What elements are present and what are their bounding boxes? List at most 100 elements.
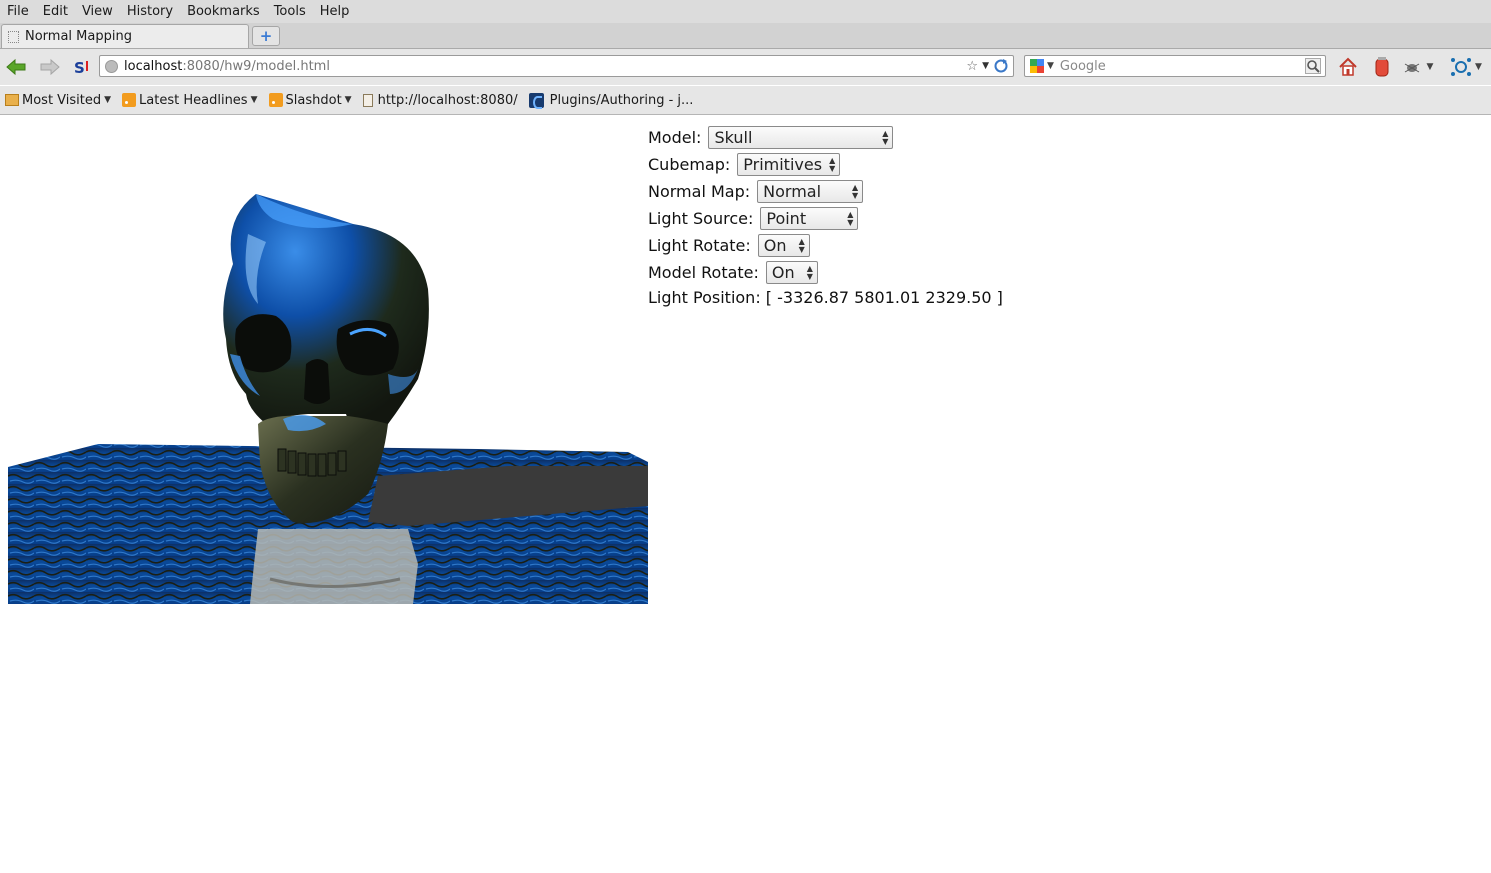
model-rotate-row: Model Rotate: On ▲ ▼ — [648, 259, 1003, 286]
bookmarks-toolbar: Most Visited ▼ Latest Headlines ▼ Slashd… — [0, 86, 1491, 115]
bookmark-label: Plugins/Authoring - j... — [549, 92, 694, 108]
site-favicon-icon — [528, 92, 544, 109]
bookmark-star-icon[interactable]: ☆ — [966, 59, 978, 74]
light-source-label: Light Source: — [648, 209, 754, 228]
history-dropdown-icon[interactable]: ▼ — [982, 61, 989, 71]
menu-tools[interactable]: Tools — [267, 4, 313, 19]
svg-text:S: S — [74, 59, 85, 76]
menu-help[interactable]: Help — [313, 4, 357, 19]
model-select[interactable]: Skull ▲ ▼ — [708, 126, 894, 149]
menu-edit[interactable]: Edit — [36, 4, 75, 19]
model-rotate-select[interactable]: On ▲ ▼ — [765, 261, 818, 284]
back-arrow-icon — [6, 58, 26, 76]
normal-map-value: Normal — [763, 182, 822, 201]
select-arrows-icon: ▲ ▼ — [847, 210, 854, 227]
new-tab-button[interactable]: + — [252, 26, 280, 46]
light-rotate-label: Light Rotate: — [648, 236, 751, 255]
bookmark-most-visited[interactable]: Most Visited ▼ — [5, 93, 111, 108]
select-arrows-icon: ▲ ▼ — [882, 129, 889, 146]
light-rotate-select[interactable]: On ▲ ▼ — [757, 234, 810, 257]
firebug-button[interactable]: ▼ — [1400, 56, 1436, 78]
bookmark-localhost[interactable]: http://localhost:8080/ — [362, 92, 518, 108]
page-icon — [8, 30, 19, 43]
bookmark-slashdot[interactable]: Slashdot ▼ — [268, 92, 352, 108]
site-identity-icon[interactable] — [105, 59, 118, 73]
folder-icon — [5, 94, 19, 106]
controls-panel: Model: Skull ▲ ▼ Cubemap: Primitives ▲ ▼ N… — [648, 124, 1003, 307]
model-rotate-value: On — [771, 263, 795, 282]
url-bar[interactable]: localhost:8080/hw9/model.html ☆ ▼ — [99, 55, 1014, 77]
firebug-dropdown-icon[interactable]: ▼ — [1427, 62, 1434, 72]
jar-icon — [1375, 57, 1389, 77]
forward-arrow-icon — [40, 58, 60, 76]
tab-strip: Normal Mapping + — [0, 23, 1491, 49]
rss-icon — [122, 93, 137, 107]
navigation-toolbar: S localhost:8080/hw9/model.html ☆ ▼ ▼ Go… — [0, 49, 1491, 85]
page-icon — [362, 93, 373, 107]
select-arrows-icon: ▲ ▼ — [829, 156, 836, 173]
tab-normal-mapping[interactable]: Normal Mapping — [1, 24, 249, 48]
nasal-cavity — [304, 359, 330, 404]
model-value: Skull — [714, 128, 753, 147]
google-icon[interactable] — [1030, 59, 1044, 73]
search-bar[interactable]: ▼ Google — [1024, 55, 1326, 77]
select-arrows-icon: ▲ ▼ — [806, 264, 813, 281]
menubar: File Edit View History Bookmarks Tools H… — [0, 0, 1491, 23]
bookmark-label: Latest Headlines — [139, 92, 248, 108]
network-dropdown-icon[interactable]: ▼ — [1475, 62, 1482, 72]
url-host: localhost — [124, 58, 183, 74]
normal-map-select[interactable]: Normal ▲ ▼ — [757, 180, 864, 203]
bug-icon — [1404, 63, 1419, 73]
forward-button[interactable] — [39, 56, 61, 78]
light-rotate-value: On — [763, 236, 787, 255]
cubemap-row: Cubemap: Primitives ▲ ▼ — [648, 151, 1003, 178]
cubemap-value: Primitives — [743, 155, 823, 174]
light-position-readout: Light Position: [ -3326.87 5801.01 2329.… — [648, 288, 1003, 307]
chevron-down-icon: ▼ — [250, 95, 258, 105]
chevron-down-icon: ▼ — [344, 95, 352, 105]
model-rotate-label: Model Rotate: — [648, 263, 759, 282]
home-icon — [1339, 57, 1357, 76]
cubemap-label: Cubemap: — [648, 155, 731, 174]
back-button[interactable] — [5, 56, 27, 78]
skull-reflection — [250, 529, 418, 604]
menu-bookmarks[interactable]: Bookmarks — [180, 4, 267, 19]
search-placeholder: Google — [1059, 58, 1106, 74]
eye-socket-left — [235, 314, 292, 373]
light-source-select[interactable]: Point ▲ ▼ — [760, 207, 859, 230]
s-logo-icon: S — [74, 59, 88, 76]
bookmark-label: Slashdot — [285, 92, 342, 108]
select-arrows-icon: ▲ ▼ — [798, 237, 805, 254]
model-label: Model: — [648, 128, 702, 147]
light-rotate-row: Light Rotate: On ▲ ▼ — [648, 232, 1003, 259]
bookmark-latest-headlines[interactable]: Latest Headlines ▼ — [122, 92, 258, 108]
menu-file[interactable]: File — [0, 4, 36, 19]
addon-jar-button[interactable] — [1370, 56, 1394, 78]
url-path: :8080/hw9/model.html — [182, 58, 330, 74]
normal-map-row: Normal Map: Normal ▲ ▼ — [648, 178, 1003, 205]
network-addon-button[interactable]: ▼ — [1446, 56, 1486, 78]
light-position-label: Light Position: — [648, 288, 761, 307]
cubemap-select[interactable]: Primitives ▲ ▼ — [737, 153, 841, 176]
home-button[interactable] — [1336, 56, 1360, 78]
light-position-value: [ -3326.87 5801.01 2329.50 ] — [765, 288, 1003, 307]
light-source-value: Point — [766, 209, 807, 228]
reload-icon[interactable] — [993, 58, 1009, 74]
menu-view[interactable]: View — [75, 4, 120, 19]
search-magnifier-icon[interactable] — [1305, 58, 1321, 74]
bookmark-label: Most Visited — [22, 92, 102, 108]
select-arrows-icon: ▲ ▼ — [851, 183, 859, 200]
engine-dropdown-icon[interactable]: ▼ — [1047, 61, 1054, 71]
bookmark-plugins-authoring[interactable]: Plugins/Authoring - j... — [528, 92, 694, 109]
bookmark-label: http://localhost:8080/ — [377, 92, 518, 108]
chevron-down-icon: ▼ — [104, 95, 112, 105]
tab-title: Normal Mapping — [25, 29, 132, 44]
network-icon — [1451, 58, 1472, 76]
rss-icon — [268, 93, 283, 107]
stumbleupon-button[interactable]: S — [71, 56, 93, 78]
webgl-canvas[interactable] — [8, 124, 648, 604]
normal-map-label: Normal Map: — [648, 182, 751, 201]
model-row: Model: Skull ▲ ▼ — [648, 124, 1003, 151]
url-tools: ☆ ▼ — [966, 58, 1009, 74]
menu-history[interactable]: History — [120, 4, 180, 19]
